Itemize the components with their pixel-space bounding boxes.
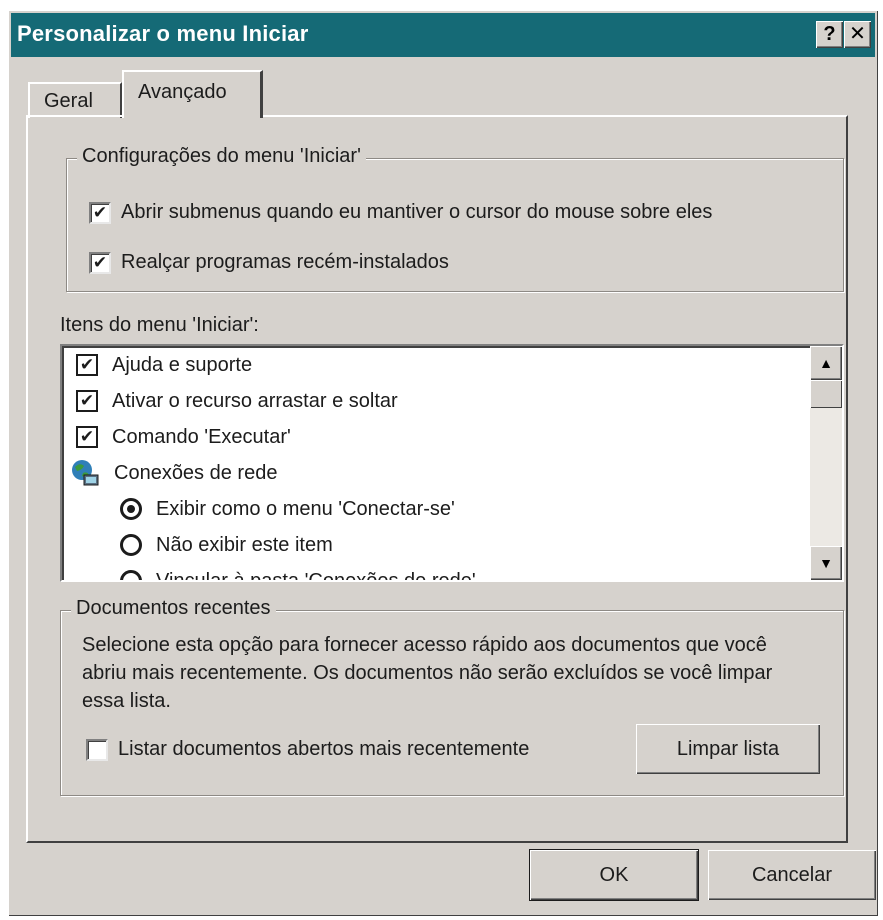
tab-avancado[interactable]: Avançado [122,70,263,118]
title-bar: Personalizar o menu Iniciar ? ✕ [11,13,875,57]
list-item-run-command[interactable]: ✔ Comando 'Executar' [76,420,291,454]
tab-geral[interactable]: Geral [28,82,122,118]
list-item-network-connections: Conexões de rede [72,456,278,490]
run-command-label: Comando 'Executar' [112,425,291,448]
highlight-new-programs-label: Realçar programas recém-instalados [121,251,449,273]
run-command-checkbox[interactable]: ✔ [76,426,98,448]
show-as-menu-radio[interactable] [120,498,142,520]
list-item-drag-drop[interactable]: ✔ Ativar o recurso arrastar e soltar [76,384,398,418]
scroll-down-button[interactable]: ▼ [810,546,842,580]
ok-button[interactable]: OK [530,850,698,900]
list-recent-documents-label: Listar documentos abertos mais recenteme… [118,738,530,760]
scroll-thumb[interactable] [810,380,842,408]
link-folder-radio[interactable] [120,570,142,580]
open-submenus-checkbox[interactable]: ✔ [89,201,111,224]
list-scrollbar[interactable]: ▲ ▼ [810,346,842,580]
cancel-button[interactable]: Cancelar [708,850,876,900]
network-connections-icon [72,460,99,486]
show-as-menu-label: Exibir como o menu 'Conectar-se' [156,497,455,520]
help-button[interactable]: ? [816,21,843,48]
start-menu-items-list[interactable]: ✔ Ajuda e suporte ✔ Ativar o recurso arr… [60,344,844,582]
open-submenus-option[interactable]: ✔ Abrir submenus quando eu mantiver o cu… [89,201,712,224]
highlight-new-programs-checkbox[interactable]: ✔ [89,251,111,274]
list-item-link-folder[interactable]: Vincular à pasta 'Conexões de rede' [120,564,476,582]
help-support-checkbox[interactable]: ✔ [76,354,98,376]
start-menu-settings-group: Configurações do menu 'Iniciar' ✔ Abrir … [66,145,844,292]
recent-documents-description: Selecione esta opção para fornecer acess… [82,634,773,712]
list-item-show-as-menu[interactable]: Exibir como o menu 'Conectar-se' [120,492,455,526]
list-recent-documents-checkbox[interactable] [86,738,108,761]
link-folder-label: Vincular à pasta 'Conexões de rede' [156,569,476,582]
start-menu-items-label: Itens do menu 'Iniciar': [60,314,259,336]
help-support-label: Ajuda e suporte [112,353,253,376]
drag-drop-label: Ativar o recurso arrastar e soltar [112,389,398,412]
dont-show-radio[interactable] [120,534,142,556]
drag-drop-checkbox[interactable]: ✔ [76,390,98,412]
highlight-new-programs-option[interactable]: ✔ Realçar programas recém-instalados [89,251,449,274]
list-item-dont-show[interactable]: Não exibir este item [120,528,333,562]
start-menu-settings-legend: Configurações do menu 'Iniciar' [77,145,366,168]
clear-list-button[interactable]: Limpar lista [636,724,820,774]
window-title: Personalizar o menu Iniciar [17,21,309,46]
network-connections-label: Conexões de rede [114,461,278,484]
customize-start-menu-dialog: Personalizar o menu Iniciar ? ✕ Geral Av… [8,10,878,916]
list-recent-documents-option[interactable]: Listar documentos abertos mais recenteme… [86,738,529,761]
open-submenus-label: Abrir submenus quando eu mantiver o curs… [121,201,713,223]
close-button[interactable]: ✕ [844,21,871,48]
dont-show-label: Não exibir este item [156,533,333,556]
scroll-up-button[interactable]: ▲ [810,346,842,380]
recent-documents-legend: Documentos recentes [71,597,276,620]
list-item-help-support[interactable]: ✔ Ajuda e suporte [76,348,252,382]
